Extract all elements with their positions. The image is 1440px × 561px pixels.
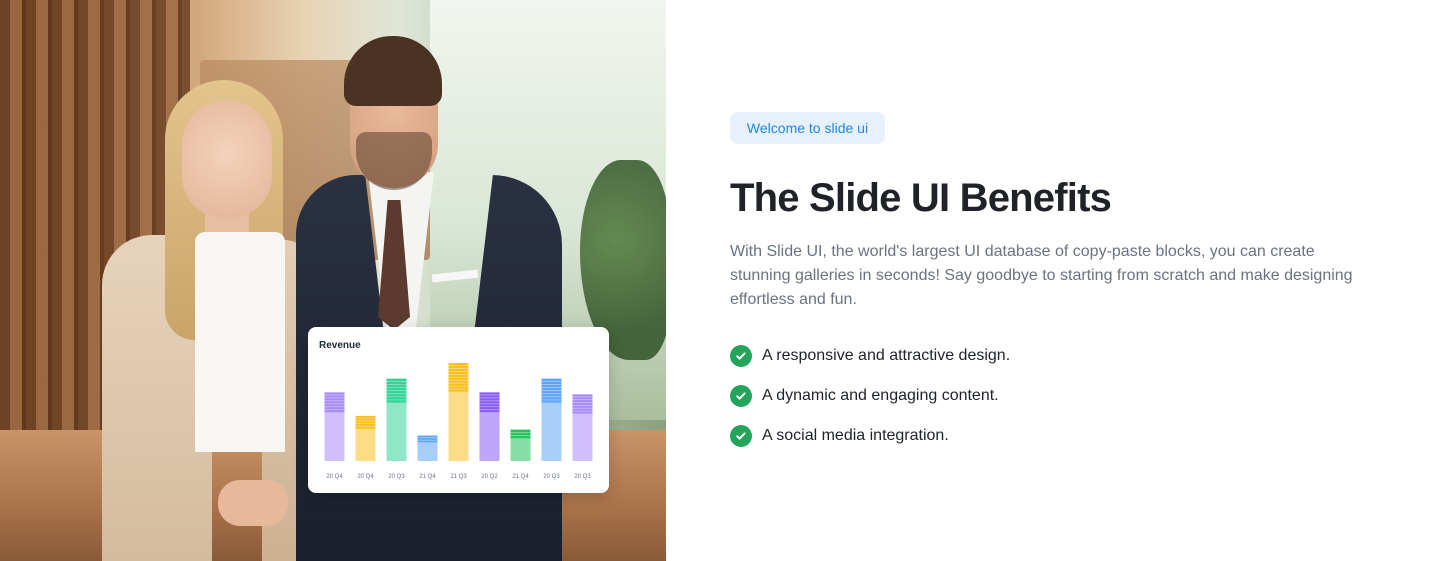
chart-bar-cap [386, 384, 407, 388]
check-circle-icon [730, 345, 752, 367]
chart-tick-label: 20 Q4 [357, 474, 374, 480]
chart-bar-cap [572, 405, 593, 408]
chart-bar-cap [541, 387, 562, 391]
chart-bar-cap [572, 408, 593, 411]
chart-bar-cap [386, 391, 407, 394]
chart-bar-cap [572, 402, 593, 405]
benefit-item: A responsive and attractive design. [730, 344, 1010, 368]
chart-bar-cap [510, 429, 531, 432]
chart-bar-cap [386, 394, 407, 397]
chart-bar-cap [479, 398, 500, 401]
chart-bar-cap [572, 397, 593, 400]
chart-bar-cap [479, 404, 500, 407]
chart-bar-cap [417, 438, 438, 440]
chart-bar-cap [324, 410, 345, 413]
chart-bar-cap [448, 368, 469, 372]
chart-tick-label: 20 Q3 [574, 474, 591, 480]
benefit-item: A social media integration. [730, 424, 1010, 448]
benefit-label: A dynamic and engaging content. [762, 387, 999, 404]
chart-bar-cap [572, 400, 593, 403]
revenue-chart: 20 Q4 20 Q4 20 Q3 21 Q4 21 Q3 20 Q2 21 Q4 20 Q3… [324, 363, 593, 480]
chart-bar-cap [572, 394, 593, 397]
chart-bar-cap [386, 400, 407, 403]
chart-bar-cap [355, 415, 376, 418]
chart-bar-cap [541, 397, 562, 400]
chart-bar-cap [448, 377, 469, 380]
chart-bar-cap [448, 374, 469, 377]
chart-bar-cap [355, 418, 376, 421]
chart-bar-cap [448, 371, 469, 374]
chart-tick-label: 21 Q4 [419, 474, 436, 480]
chart-bar-cap [541, 400, 562, 403]
description: With Slide UI, the world's largest UI da… [730, 243, 1353, 308]
chart-bar-cap [324, 407, 345, 410]
benefits-list: A responsive and attractive design. A dy… [730, 344, 1010, 464]
check-circle-icon [730, 385, 752, 407]
chart-bar-cap [448, 380, 469, 383]
woman-blouse [195, 232, 285, 452]
chart-tick-label: 20 Q2 [481, 474, 498, 480]
chart-bar-cap [479, 395, 500, 398]
chart-bar-cap [448, 383, 469, 386]
chart-bar-cap [448, 389, 469, 392]
chart-tick-label: 21 Q4 [512, 474, 529, 480]
chart-bar-cap [479, 407, 500, 410]
chart-bar [386, 378, 407, 461]
chart-tick-label: 20 Q3 [388, 474, 405, 480]
chart-bar-cap [355, 424, 376, 426]
chart-tick-label: 20 Q4 [326, 474, 343, 480]
chart-bar-cap [355, 421, 376, 424]
chart-bar-cap [541, 381, 562, 385]
chart-bar-cap [448, 365, 469, 369]
chart-bar-cap [386, 378, 407, 381]
chart-bar-cap [479, 401, 500, 404]
page-title: The Slide UI Benefits [730, 176, 1112, 220]
chart-bar-cap [541, 384, 562, 388]
chart-bar-cap [510, 432, 531, 436]
benefit-item: A dynamic and engaging content. [730, 384, 1010, 408]
welcome-badge: Welcome to slide ui [730, 112, 885, 144]
chart-bar-cap [572, 411, 593, 414]
chart-bar-cap [386, 397, 407, 400]
woman-hands [218, 480, 288, 526]
chart-bar-cap [541, 378, 562, 381]
chart-bar-cap [479, 410, 500, 413]
woman-face [182, 100, 272, 218]
chart-bar-cap [510, 435, 531, 439]
chart-tick-label: 20 Q3 [543, 474, 560, 480]
revenue-card-title: Revenue [319, 340, 361, 351]
chart-bar-cap [355, 426, 376, 429]
chart-bar-cap [324, 401, 345, 404]
chart-bar-cap [324, 404, 345, 407]
benefit-label: A responsive and attractive design. [762, 347, 1011, 364]
chart-bar-cap [541, 394, 562, 397]
check-circle-icon [730, 425, 752, 447]
chart-tick-label: 21 Q3 [450, 474, 467, 480]
chart-bar-cap [448, 386, 469, 389]
chart-bar-cap [324, 392, 345, 395]
chart-bar-cap [541, 391, 562, 394]
revenue-card: 20 Q4 20 Q4 20 Q3 21 Q4 21 Q3 20 Q2 21 Q4 20 Q3… [308, 327, 609, 493]
chart-bar-cap [479, 392, 500, 395]
chart-bar-cap [324, 395, 345, 398]
benefit-label: A social media integration. [762, 427, 949, 444]
chart-bar-cap [386, 387, 407, 391]
chart-bar-cap [417, 435, 438, 438]
chart-bar-cap [417, 440, 438, 443]
chart-bar-cap [324, 398, 345, 401]
chart-bar-cap [386, 381, 407, 385]
chart-bar [541, 378, 562, 461]
chart-bar-cap [448, 363, 469, 366]
man-hair [344, 36, 442, 106]
